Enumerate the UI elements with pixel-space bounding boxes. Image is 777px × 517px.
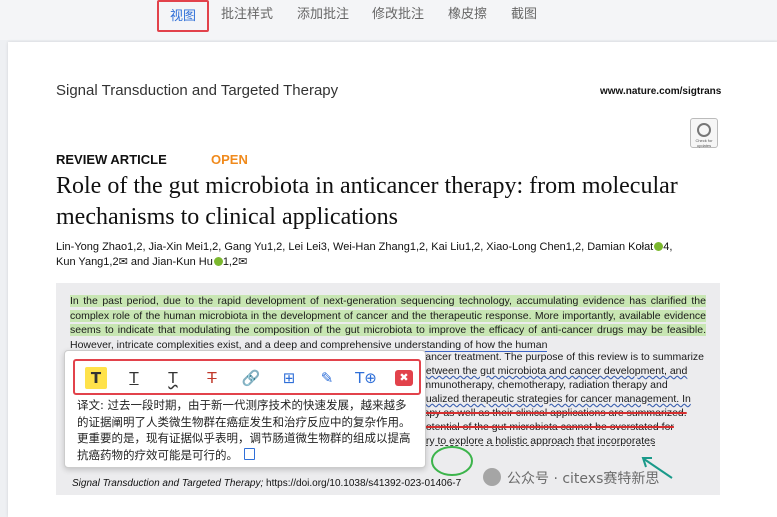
wechat-logo-icon bbox=[483, 468, 501, 486]
underline-tool[interactable]: T bbox=[123, 367, 145, 389]
text-add-icon[interactable]: T⊕ bbox=[355, 367, 377, 389]
strikethrough-tool[interactable]: T bbox=[201, 367, 223, 389]
watermark-text: 公众号 · citexs赛特新思 bbox=[507, 471, 660, 487]
edit-icon[interactable]: ✎ bbox=[316, 367, 338, 389]
highlight-tool[interactable]: T bbox=[85, 367, 107, 389]
annotation-popup: T T T T 🔗 ⊞ ✎ T⊕ ✖ 译文: 过去一段时期，由于新一代测序技术的… bbox=[64, 350, 426, 468]
translation-text: 译文: 过去一段时期，由于新一代测序技术的快速发展，越来越多的证据阐明了人类微生… bbox=[77, 397, 417, 463]
link-icon[interactable]: 🔗 bbox=[240, 367, 262, 389]
annotation-tool-row: T T T T 🔗 ⊞ ✎ T⊕ ✖ bbox=[73, 359, 421, 395]
wavy-underline-tool[interactable]: T bbox=[162, 367, 184, 389]
delete-icon[interactable]: ✖ bbox=[395, 370, 413, 386]
add-note-icon[interactable]: ⊞ bbox=[278, 367, 300, 389]
copy-icon[interactable] bbox=[244, 447, 255, 460]
wechat-watermark: 公众号 · citexs赛特新思 bbox=[483, 468, 659, 492]
drawn-circle bbox=[431, 446, 473, 476]
